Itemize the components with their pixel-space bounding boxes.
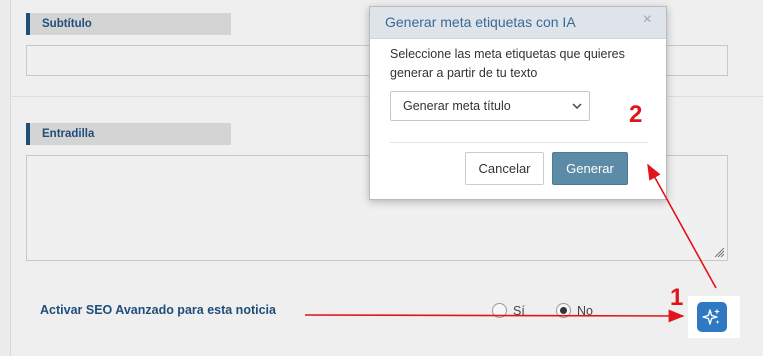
annotation-step-2: 2 xyxy=(629,101,643,128)
annotation-step-1: 1 xyxy=(670,284,684,311)
arrow-to-generate-button xyxy=(647,163,717,289)
arrow-to-ai-button xyxy=(304,309,685,323)
annotation-arrows xyxy=(304,163,717,323)
